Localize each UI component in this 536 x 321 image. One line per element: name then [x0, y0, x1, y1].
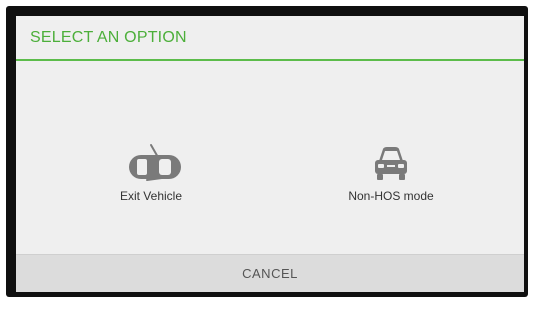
- dialog-body: Exit Vehicle Non-HOS mode: [16, 61, 524, 268]
- cancel-button[interactable]: CANCEL: [16, 254, 524, 292]
- non-hos-mode-label: Non-HOS mode: [348, 189, 434, 203]
- select-option-dialog: SELECT AN OPTION Exit Vehicle Non-HOS mo…: [16, 16, 524, 292]
- exit-vehicle-label: Exit Vehicle: [119, 189, 183, 203]
- exit-vehicle-option[interactable]: Exit Vehicle: [66, 137, 236, 217]
- cancel-label: CANCEL: [242, 266, 298, 281]
- car-front-icon: [351, 137, 431, 185]
- dialog-header: SELECT AN OPTION: [16, 16, 524, 61]
- non-hos-mode-option[interactable]: Non-HOS mode: [306, 137, 476, 217]
- dialog-title: SELECT AN OPTION: [30, 28, 187, 46]
- car-door-open-icon: [111, 137, 191, 185]
